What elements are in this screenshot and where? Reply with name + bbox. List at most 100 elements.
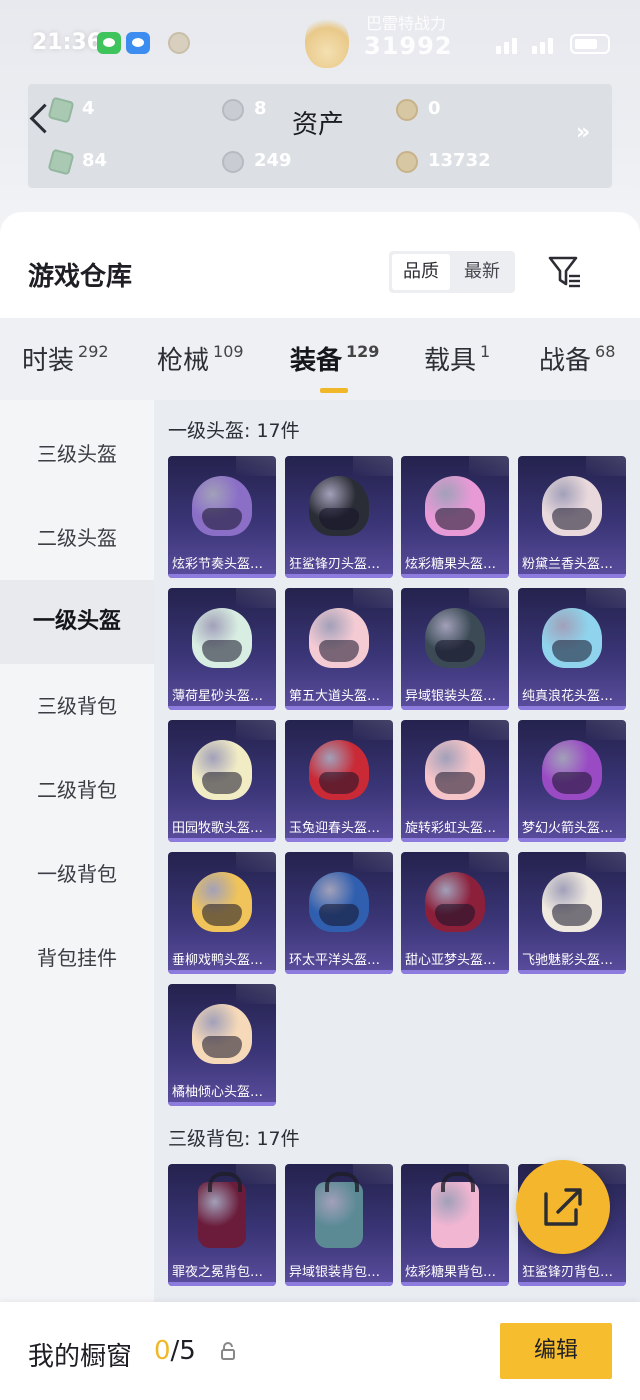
quality-bar	[168, 706, 276, 710]
tab-vehicles[interactable]: 载具 1	[424, 340, 490, 377]
section-title: 三级背包: 17件	[168, 1128, 300, 1150]
showcase-bar: 我的橱窗 0/5 编辑	[0, 1302, 640, 1400]
helmet-image	[542, 476, 602, 536]
helmet-image	[192, 608, 252, 668]
sort-latest-button[interactable]: 最新	[453, 254, 511, 290]
item-name: 薄荷星砂头盔（一级）	[172, 689, 276, 704]
helmet-card[interactable]: 炫彩节奏头盔（一级）	[168, 456, 276, 578]
backpack-card[interactable]: 异域银装背包（三级）	[285, 1164, 393, 1286]
helmet-image	[425, 608, 485, 668]
section-title: 一级头盔: 17件	[168, 420, 300, 442]
quality-bar	[401, 838, 509, 842]
quality-bar	[518, 706, 626, 710]
lock-icon	[221, 1342, 235, 1360]
tab-count: 292	[78, 342, 109, 361]
sidebar-item-backpack-lv3[interactable]: 三级背包	[0, 664, 154, 748]
helmet-card[interactable]: 纯真浪花头盔（一级）	[518, 588, 626, 710]
helmet-card[interactable]: 梦幻火箭头盔（一级）	[518, 720, 626, 842]
tab-firearms[interactable]: 枪械 109	[157, 340, 244, 377]
backpack-image	[198, 1172, 246, 1248]
helmet-card[interactable]: 薄荷星砂头盔（一级）	[168, 588, 276, 710]
helmet-card[interactable]: 旋转彩虹头盔（一级）	[401, 720, 509, 842]
helmet-card[interactable]: 甜心亚梦头盔（一级）	[401, 852, 509, 974]
assets-more-icon[interactable]: »	[576, 120, 590, 145]
item-name: 狂鲨锋刃头盔（一级）	[289, 557, 393, 572]
quality-bar	[518, 1282, 626, 1286]
sidebar-item-helmet-lv2[interactable]: 二级头盔	[0, 496, 154, 580]
quality-bar	[285, 706, 393, 710]
helmet-card[interactable]: 田园牧歌头盔（一级）	[168, 720, 276, 842]
showcase-current: 0	[154, 1336, 171, 1366]
sidebar-item-backpack-lv1[interactable]: 一级背包	[0, 832, 154, 916]
gray-coin-icon	[222, 151, 244, 173]
helmet-card[interactable]: 飞驰魅影头盔（一级）	[518, 852, 626, 974]
helmet-card[interactable]: 第五大道头盔（一级）	[285, 588, 393, 710]
tab-label: 装备	[290, 346, 343, 376]
sidebar-item-backpack-lv2[interactable]: 二级背包	[0, 748, 154, 832]
tab-label: 战备	[539, 346, 592, 376]
sidebar-item-helmet-lv3[interactable]: 三级头盔	[0, 412, 154, 496]
helmet-image	[192, 1004, 252, 1064]
item-name: 橘柚倾心头盔（一级）	[172, 1085, 276, 1100]
filter-icon[interactable]	[546, 254, 584, 290]
helmet-image	[192, 476, 252, 536]
helmet-image	[425, 476, 485, 536]
wechat-icon	[97, 32, 121, 54]
rank-badge-icon	[168, 32, 190, 54]
edit-button[interactable]: 编辑	[500, 1323, 612, 1379]
tab-supplies[interactable]: 战备 68	[539, 340, 615, 377]
signal-icon	[456, 34, 556, 54]
flame-icon	[305, 14, 349, 68]
helmet-image	[309, 608, 369, 668]
bronze-coin-icon	[396, 151, 418, 173]
asset-value: 4	[82, 98, 95, 119]
share-icon	[544, 1188, 582, 1226]
item-name: 异域银装背包（三级）	[289, 1265, 393, 1280]
page-title: 游戏仓库	[28, 262, 133, 292]
showcase-count: 0/5	[154, 1336, 196, 1366]
helmet-card[interactable]: 异域银装头盔（一级）	[401, 588, 509, 710]
sort-toggle: 品质 最新	[389, 251, 515, 293]
helmet-card[interactable]: 炫彩糖果头盔（一级）	[401, 456, 509, 578]
helmet-card[interactable]: 狂鲨锋刃头盔（一级）	[285, 456, 393, 578]
showcase-total: /5	[170, 1336, 196, 1366]
helmet-image	[192, 740, 252, 800]
backpack-card[interactable]: 炫彩糖果背包（三级）	[401, 1164, 509, 1286]
active-tab-indicator	[320, 388, 348, 393]
quality-bar	[518, 970, 626, 974]
quality-bar	[285, 574, 393, 578]
helmet-card[interactable]: 玉兔迎春头盔（一级）	[285, 720, 393, 842]
helmet-image	[309, 476, 369, 536]
item-name: 罪夜之冕背包（三级）	[172, 1265, 276, 1280]
item-name: 第五大道头盔（一级）	[289, 689, 393, 704]
category-tabs: 时装 292 枪械 109 装备 129 载具 1 战备 68	[0, 318, 640, 400]
tab-count: 68	[595, 342, 616, 361]
item-name: 炫彩糖果头盔（一级）	[405, 557, 509, 572]
helmet-image	[425, 740, 485, 800]
helmet-card[interactable]: 粉黛兰香头盔（一级）	[518, 456, 626, 578]
share-button[interactable]	[516, 1160, 610, 1254]
helmet-image	[542, 872, 602, 932]
tab-label: 时装	[22, 346, 75, 376]
asset-value: 0	[428, 98, 441, 119]
backpack-card[interactable]: 罪夜之冕背包（三级）	[168, 1164, 276, 1286]
helmet-image	[192, 872, 252, 932]
tab-fashion[interactable]: 时装 292	[22, 340, 109, 377]
item-name: 旋转彩虹头盔（一级）	[405, 821, 509, 836]
tab-label: 载具	[424, 346, 477, 376]
asset-value: 249	[254, 150, 292, 171]
sort-quality-button[interactable]: 品质	[392, 254, 450, 290]
item-name: 玉兔迎春头盔（一级）	[289, 821, 393, 836]
backpack-image	[431, 1172, 479, 1248]
item-name: 异域银装头盔（一级）	[405, 689, 509, 704]
tab-equipment[interactable]: 装备 129	[290, 340, 379, 377]
combat-power-value: 31992	[364, 32, 453, 60]
sidebar-item-helmet-lv1[interactable]: 一级头盔	[0, 580, 154, 664]
quality-bar	[401, 970, 509, 974]
helmet-card[interactable]: 橘柚倾心头盔（一级）	[168, 984, 276, 1106]
item-name: 飞驰魅影头盔（一级）	[522, 953, 626, 968]
tab-count: 109	[213, 342, 244, 361]
sidebar-item-backpack-charm[interactable]: 背包挂件	[0, 916, 154, 1000]
helmet-card[interactable]: 环太平洋头盔（一级）	[285, 852, 393, 974]
helmet-card[interactable]: 垂柳戏鸭头盔（一级）	[168, 852, 276, 974]
